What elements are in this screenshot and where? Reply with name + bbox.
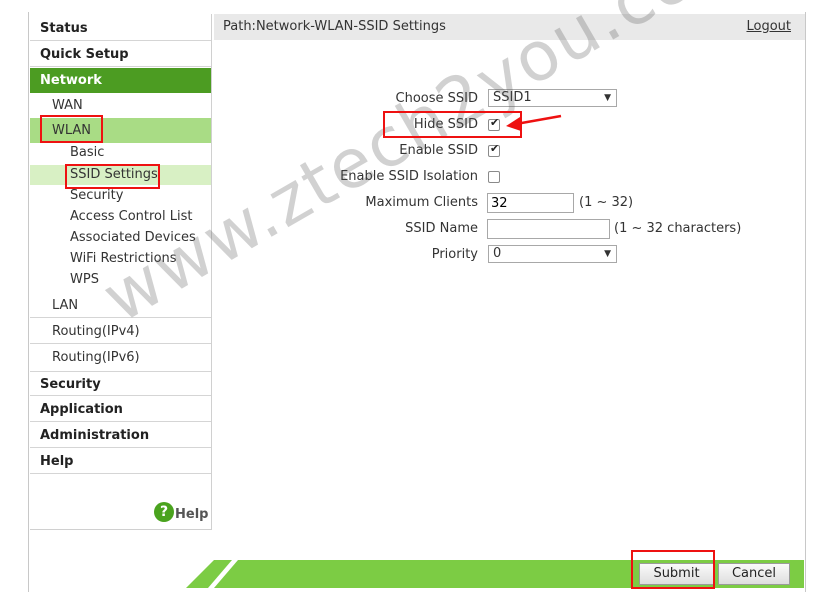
dropdown-arrow-icon: ▼ xyxy=(604,249,611,259)
hide-ssid-checkbox[interactable]: ✔ xyxy=(488,116,500,131)
priority-row: Priority 0 ▼ xyxy=(214,243,805,267)
nav-wlan-security[interactable]: Security xyxy=(30,186,211,206)
priority-value: 0 xyxy=(493,246,502,261)
nav-wan[interactable]: WAN xyxy=(30,93,211,118)
nav-wlan-wps[interactable]: WPS xyxy=(30,270,211,290)
nav-wlan-acl[interactable]: Access Control List xyxy=(30,207,211,227)
ssid-isolation-label: Enable SSID Isolation xyxy=(340,169,478,184)
nav-quick-setup[interactable]: Quick Setup xyxy=(30,42,211,67)
checkmark-icon: ✔ xyxy=(490,142,500,155)
choose-ssid-label: Choose SSID xyxy=(395,91,478,106)
ssid-isolation-checkbox[interactable] xyxy=(488,171,500,183)
priority-label: Priority xyxy=(431,247,478,262)
nav-application[interactable]: Application xyxy=(30,397,211,422)
nav-status[interactable]: Status xyxy=(30,16,211,41)
priority-select[interactable]: 0 ▼ xyxy=(488,245,617,263)
help-icon: ? xyxy=(154,501,174,522)
nav-help[interactable]: Help xyxy=(30,449,211,474)
submit-button[interactable]: Submit xyxy=(639,563,714,585)
max-clients-row: Maximum Clients (1 ~ 32) xyxy=(214,191,805,215)
nav-wlan-ssid-settings[interactable]: SSID Settings xyxy=(30,165,211,185)
ssid-name-input[interactable] xyxy=(487,219,610,239)
choose-ssid-value: SSID1 xyxy=(493,90,532,105)
nav-routing-ipv4[interactable]: Routing(IPv4) xyxy=(30,319,211,344)
sidebar: Status Quick Setup Network WAN WLAN Basi… xyxy=(30,14,212,530)
enable-ssid-label: Enable SSID xyxy=(399,143,478,158)
ssid-name-row: SSID Name (1 ~ 32 characters) xyxy=(214,217,805,241)
ssid-isolation-row: Enable SSID Isolation xyxy=(214,165,805,189)
nav-lan[interactable]: LAN xyxy=(30,293,211,318)
logout-link[interactable]: Logout xyxy=(746,14,791,40)
cancel-button[interactable]: Cancel xyxy=(718,563,790,585)
enable-ssid-checkbox[interactable]: ✔ xyxy=(488,142,500,157)
max-clients-input[interactable] xyxy=(487,193,574,213)
hide-ssid-row: Hide SSID ✔ xyxy=(214,113,805,137)
checkmark-icon: ✔ xyxy=(490,116,500,129)
nav-wlan-wifi-restrictions[interactable]: WiFi Restrictions xyxy=(30,249,211,269)
path-bar: Path:Network-WLAN-SSID Settings Logout xyxy=(214,14,805,40)
nav-routing-ipv6[interactable]: Routing(IPv6) xyxy=(30,345,211,370)
help-link[interactable]: ? Help xyxy=(154,501,209,526)
max-clients-label: Maximum Clients xyxy=(365,195,478,210)
help-link-label: Help xyxy=(175,507,209,522)
nav-wlan-basic[interactable]: Basic xyxy=(30,143,211,163)
nav-administration[interactable]: Administration xyxy=(30,423,211,448)
nav-wlan[interactable]: WLAN xyxy=(30,118,211,143)
nav-wlan-associated-devices[interactable]: Associated Devices xyxy=(30,228,211,248)
max-clients-hint: (1 ~ 32) xyxy=(579,195,634,210)
choose-ssid-select[interactable]: SSID1 ▼ xyxy=(488,89,617,107)
hide-ssid-label: Hide SSID xyxy=(413,117,478,132)
breadcrumb: Path:Network-WLAN-SSID Settings xyxy=(223,19,446,34)
ssid-name-hint: (1 ~ 32 characters) xyxy=(614,221,742,236)
nav-security[interactable]: Security xyxy=(30,371,211,396)
nav-network[interactable]: Network xyxy=(30,68,211,93)
choose-ssid-row: Choose SSID SSID1 ▼ xyxy=(214,87,805,111)
dropdown-arrow-icon: ▼ xyxy=(604,93,611,103)
action-bar: Submit Cancel xyxy=(186,560,804,588)
enable-ssid-row: Enable SSID ✔ xyxy=(214,139,805,163)
ssid-name-label: SSID Name xyxy=(405,221,478,236)
